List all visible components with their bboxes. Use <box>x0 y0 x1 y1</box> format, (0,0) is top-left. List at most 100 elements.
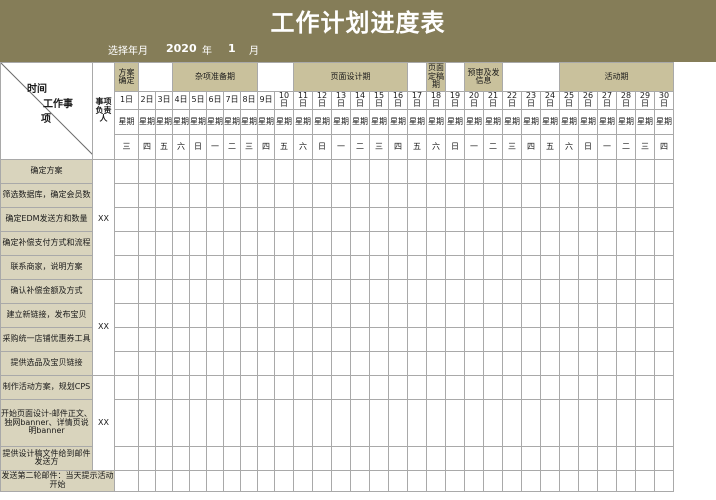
schedule-cell[interactable] <box>274 445 294 471</box>
schedule-cell[interactable] <box>483 469 503 492</box>
schedule-cell[interactable] <box>635 398 655 447</box>
schedule-cell[interactable] <box>521 254 541 280</box>
schedule-cell[interactable] <box>635 350 655 376</box>
schedule-cell[interactable] <box>502 182 522 208</box>
schedule-cell[interactable] <box>597 445 617 471</box>
schedule-cell[interactable] <box>331 302 351 328</box>
schedule-cell[interactable] <box>331 230 351 256</box>
schedule-cell[interactable] <box>331 374 351 400</box>
schedule-cell[interactable] <box>654 158 674 184</box>
schedule-cell[interactable] <box>331 182 351 208</box>
schedule-cell[interactable] <box>578 206 598 232</box>
schedule-cell[interactable] <box>350 398 370 447</box>
schedule-cell[interactable] <box>388 445 408 471</box>
schedule-cell[interactable] <box>635 158 655 184</box>
schedule-cell[interactable] <box>635 206 655 232</box>
schedule-cell[interactable] <box>223 326 241 352</box>
schedule-cell[interactable] <box>388 350 408 376</box>
schedule-cell[interactable] <box>312 469 332 492</box>
schedule-cell[interactable] <box>483 445 503 471</box>
schedule-cell[interactable] <box>223 206 241 232</box>
schedule-cell[interactable] <box>426 254 446 280</box>
schedule-cell[interactable] <box>616 326 636 352</box>
schedule-cell[interactable] <box>445 158 465 184</box>
schedule-cell[interactable] <box>407 302 427 328</box>
schedule-cell[interactable] <box>369 469 389 492</box>
schedule-cell[interactable] <box>502 374 522 400</box>
schedule-cell[interactable] <box>559 158 579 184</box>
schedule-cell[interactable] <box>172 158 190 184</box>
schedule-cell[interactable] <box>616 445 636 471</box>
schedule-cell[interactable] <box>654 230 674 256</box>
schedule-cell[interactable] <box>483 278 503 304</box>
schedule-cell[interactable] <box>350 302 370 328</box>
schedule-cell[interactable] <box>635 182 655 208</box>
schedule-cell[interactable] <box>540 350 560 376</box>
schedule-cell[interactable] <box>483 326 503 352</box>
schedule-cell[interactable] <box>114 254 139 280</box>
schedule-cell[interactable] <box>312 326 332 352</box>
schedule-cell[interactable] <box>540 230 560 256</box>
schedule-cell[interactable] <box>369 350 389 376</box>
schedule-cell[interactable] <box>257 469 275 492</box>
schedule-cell[interactable] <box>578 182 598 208</box>
schedule-cell[interactable] <box>502 254 522 280</box>
schedule-cell[interactable] <box>578 254 598 280</box>
schedule-cell[interactable] <box>578 374 598 400</box>
schedule-cell[interactable] <box>483 230 503 256</box>
schedule-cell[interactable] <box>274 206 294 232</box>
schedule-cell[interactable] <box>138 445 156 471</box>
schedule-cell[interactable] <box>172 254 190 280</box>
schedule-cell[interactable] <box>138 206 156 232</box>
schedule-cell[interactable] <box>240 158 258 184</box>
schedule-cell[interactable] <box>138 230 156 256</box>
schedule-cell[interactable] <box>240 374 258 400</box>
schedule-cell[interactable] <box>502 445 522 471</box>
schedule-cell[interactable] <box>293 326 313 352</box>
schedule-cell[interactable] <box>464 206 484 232</box>
schedule-cell[interactable] <box>189 398 207 447</box>
schedule-cell[interactable] <box>464 230 484 256</box>
schedule-cell[interactable] <box>369 374 389 400</box>
schedule-cell[interactable] <box>350 326 370 352</box>
schedule-cell[interactable] <box>274 254 294 280</box>
schedule-cell[interactable] <box>189 254 207 280</box>
schedule-cell[interactable] <box>559 445 579 471</box>
schedule-cell[interactable] <box>172 278 190 304</box>
schedule-cell[interactable] <box>426 230 446 256</box>
schedule-cell[interactable] <box>521 182 541 208</box>
schedule-cell[interactable] <box>206 254 224 280</box>
schedule-cell[interactable] <box>540 302 560 328</box>
schedule-cell[interactable] <box>388 326 408 352</box>
schedule-cell[interactable] <box>540 158 560 184</box>
schedule-cell[interactable] <box>502 158 522 184</box>
schedule-cell[interactable] <box>483 182 503 208</box>
schedule-cell[interactable] <box>293 350 313 376</box>
schedule-cell[interactable] <box>654 374 674 400</box>
schedule-cell[interactable] <box>331 469 351 492</box>
schedule-cell[interactable] <box>483 206 503 232</box>
schedule-cell[interactable] <box>616 398 636 447</box>
schedule-cell[interactable] <box>616 254 636 280</box>
schedule-cell[interactable] <box>138 469 156 492</box>
schedule-cell[interactable] <box>257 254 275 280</box>
schedule-cell[interactable] <box>426 206 446 232</box>
schedule-cell[interactable] <box>114 158 139 184</box>
schedule-cell[interactable] <box>597 374 617 400</box>
schedule-cell[interactable] <box>172 302 190 328</box>
schedule-cell[interactable] <box>616 206 636 232</box>
schedule-cell[interactable] <box>521 445 541 471</box>
schedule-cell[interactable] <box>331 445 351 471</box>
schedule-cell[interactable] <box>274 350 294 376</box>
schedule-cell[interactable] <box>578 230 598 256</box>
schedule-cell[interactable] <box>597 278 617 304</box>
schedule-cell[interactable] <box>189 158 207 184</box>
schedule-cell[interactable] <box>331 398 351 447</box>
schedule-cell[interactable] <box>521 206 541 232</box>
schedule-cell[interactable] <box>654 326 674 352</box>
schedule-cell[interactable] <box>388 206 408 232</box>
schedule-cell[interactable] <box>521 302 541 328</box>
schedule-cell[interactable] <box>155 254 173 280</box>
schedule-cell[interactable] <box>155 326 173 352</box>
schedule-cell[interactable] <box>293 445 313 471</box>
